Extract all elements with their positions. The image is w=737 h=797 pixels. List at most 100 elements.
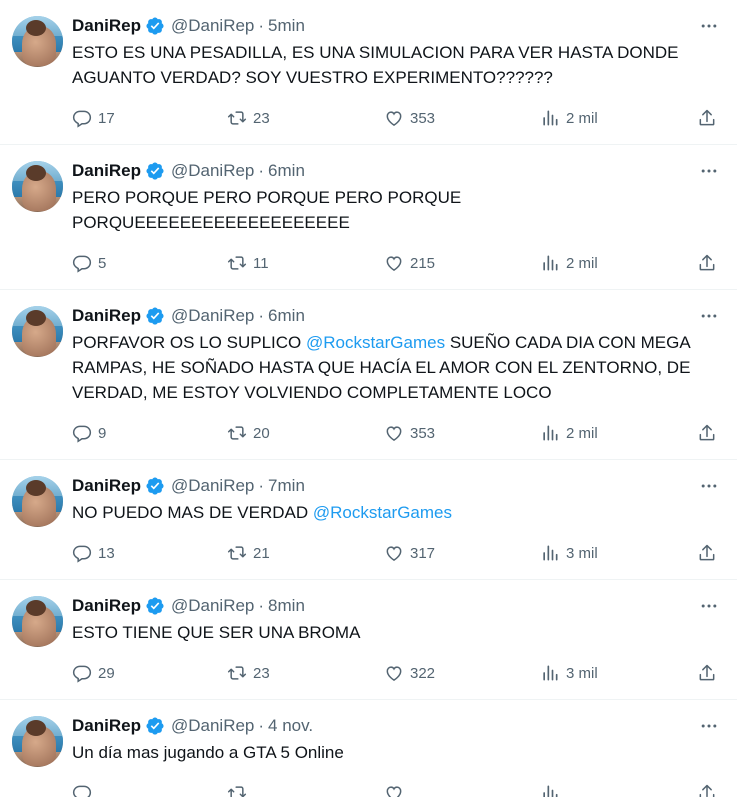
views-count: 3 mil	[566, 664, 598, 682]
reply-button[interactable]: 9	[72, 423, 227, 443]
views-button[interactable]: 2 mil	[540, 253, 697, 273]
author-name[interactable]: DaniRep	[72, 596, 141, 616]
avatar[interactable]	[12, 476, 63, 527]
reply-button[interactable]: 29	[72, 663, 227, 683]
reply-icon	[72, 425, 92, 443]
more-icon[interactable]	[697, 16, 721, 36]
share-icon	[699, 109, 715, 126]
timestamp[interactable]: 5min	[268, 16, 305, 36]
reply-button[interactable]	[72, 783, 227, 797]
views-button[interactable]: 2 mil	[540, 423, 697, 443]
tweet-4[interactable]: DaniRep @DaniRep · 7min NO PUEDO MAS DE …	[0, 460, 737, 580]
tweet-text: Un día mas jugando a GTA 5 Online	[72, 740, 721, 765]
like-count: 215	[410, 254, 436, 272]
reply-icon	[72, 785, 92, 797]
retweet-icon	[227, 546, 247, 560]
author-name[interactable]: DaniRep	[72, 16, 141, 36]
retweet-button[interactable]: 11	[227, 253, 384, 273]
action-bar: 29 23 322 3 mil	[72, 647, 721, 699]
reply-icon	[72, 255, 92, 273]
avatar[interactable]	[12, 161, 63, 212]
author-name[interactable]: DaniRep	[72, 476, 141, 496]
more-icon[interactable]	[697, 161, 721, 181]
retweet-button[interactable]: 21	[227, 543, 384, 563]
action-bar	[72, 767, 721, 797]
separator-dot: ·	[258, 161, 265, 180]
timestamp[interactable]: 4 nov.	[268, 716, 313, 736]
tweet-header: DaniRep @DaniRep · 6min	[72, 302, 721, 330]
views-button[interactable]: 3 mil	[540, 543, 697, 563]
verified-badge-icon	[145, 716, 165, 736]
timestamp[interactable]: 6min	[268, 161, 305, 181]
reply-button[interactable]: 13	[72, 543, 227, 563]
author-name[interactable]: DaniRep	[72, 161, 141, 181]
share-button[interactable]	[697, 783, 717, 797]
tweet-3[interactable]: DaniRep @DaniRep · 6min PORFAVOR OS LO S…	[0, 290, 737, 460]
views-icon	[543, 255, 558, 271]
timestamp[interactable]: 6min	[268, 306, 305, 326]
like-button[interactable]: 215	[384, 253, 540, 273]
like-button[interactable]	[384, 783, 540, 797]
reply-icon	[72, 110, 92, 128]
verified-badge-icon	[145, 16, 165, 36]
like-button[interactable]: 353	[384, 423, 540, 443]
retweet-count: 21	[253, 544, 270, 562]
author-name[interactable]: DaniRep	[72, 716, 141, 736]
more-icon[interactable]	[697, 716, 721, 736]
author-name[interactable]: DaniRep	[72, 306, 141, 326]
tweet-header: DaniRep @DaniRep · 7min	[72, 472, 721, 500]
mention-link[interactable]: @RockstarGames	[313, 503, 452, 522]
avatar[interactable]	[12, 16, 63, 67]
retweet-button[interactable]: 23	[227, 663, 384, 683]
like-count: 353	[410, 109, 436, 127]
author-handle[interactable]: @DaniRep	[171, 306, 254, 326]
retweet-count: 11	[253, 254, 269, 272]
like-button[interactable]: 317	[384, 543, 540, 563]
reply-button[interactable]: 5	[72, 253, 227, 273]
text-segment: NO PUEDO MAS DE VERDAD	[72, 503, 313, 522]
tweet-2[interactable]: DaniRep @DaniRep · 6min PERO PORQUE PERO…	[0, 145, 737, 290]
share-button[interactable]	[697, 663, 717, 683]
timestamp[interactable]: 7min	[268, 476, 305, 496]
like-button[interactable]: 322	[384, 663, 540, 683]
more-icon[interactable]	[697, 306, 721, 326]
tweet-header: DaniRep @DaniRep · 4 nov.	[72, 712, 721, 740]
tweet-1[interactable]: DaniRep @DaniRep · 5min ESTO ES UNA PESA…	[0, 0, 737, 145]
mention-link[interactable]: @RockstarGames	[306, 333, 445, 352]
retweet-button[interactable]	[227, 783, 384, 797]
author-handle[interactable]: @DaniRep	[171, 596, 254, 616]
share-button[interactable]	[697, 543, 717, 563]
like-count: 317	[410, 544, 436, 562]
views-button[interactable]: 2 mil	[540, 108, 697, 128]
retweet-icon	[227, 666, 247, 680]
like-count: 353	[410, 424, 436, 442]
retweet-button[interactable]: 20	[227, 423, 384, 443]
views-button[interactable]	[540, 783, 697, 797]
share-button[interactable]	[697, 253, 717, 273]
like-button[interactable]: 353	[384, 108, 540, 128]
author-handle[interactable]: @DaniRep	[171, 161, 254, 181]
views-button[interactable]: 3 mil	[540, 663, 697, 683]
tweet-5[interactable]: DaniRep @DaniRep · 8min ESTO TIENE QUE S…	[0, 580, 737, 700]
share-button[interactable]	[697, 108, 717, 128]
text-segment: PORFAVOR OS LO SUPLICO	[72, 333, 306, 352]
avatar[interactable]	[12, 716, 63, 767]
author-handle[interactable]: @DaniRep	[171, 476, 254, 496]
views-icon	[543, 425, 558, 441]
avatar[interactable]	[12, 596, 63, 647]
author-handle[interactable]: @DaniRep	[171, 716, 254, 736]
like-icon	[386, 546, 402, 561]
more-icon[interactable]	[697, 476, 721, 496]
author-handle[interactable]: @DaniRep	[171, 16, 254, 36]
timestamp[interactable]: 8min	[268, 596, 305, 616]
separator-dot: ·	[258, 596, 265, 615]
avatar[interactable]	[12, 306, 63, 357]
retweet-button[interactable]: 23	[227, 108, 384, 128]
share-button[interactable]	[697, 423, 717, 443]
reply-button[interactable]: 17	[72, 108, 227, 128]
reply-count: 29	[98, 664, 115, 682]
retweet-icon	[227, 426, 247, 440]
more-icon[interactable]	[697, 596, 721, 616]
retweet-icon	[227, 111, 247, 125]
tweet-6[interactable]: DaniRep @DaniRep · 4 nov. Un día mas jug…	[0, 700, 737, 797]
